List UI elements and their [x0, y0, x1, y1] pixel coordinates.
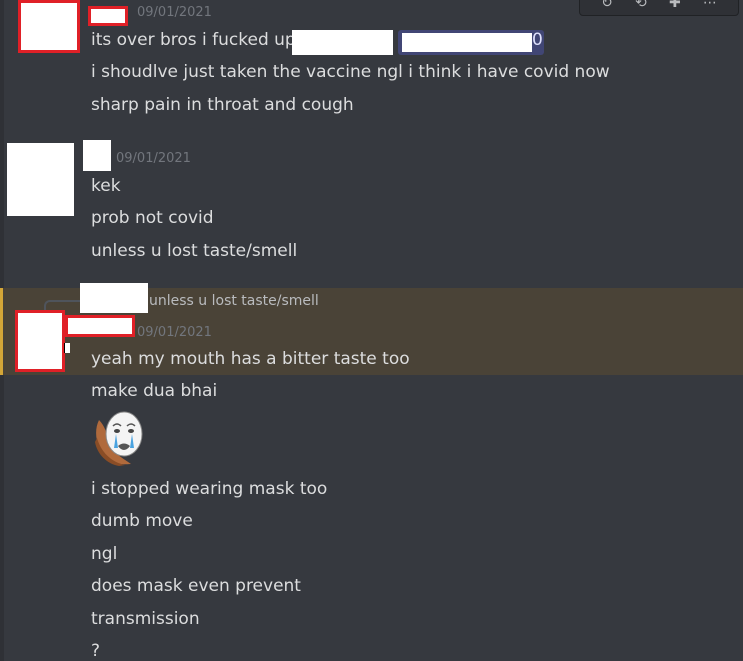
- avatar-redacted[interactable]: [18, 0, 80, 53]
- avatar-redacted[interactable]: [7, 143, 74, 216]
- message-line: yeah my mouth has a bitter taste too: [91, 349, 410, 369]
- username-redacted[interactable]: [83, 140, 111, 171]
- message-line: dumb move: [91, 511, 193, 531]
- crying-face-emoji-icon[interactable]: [91, 408, 145, 466]
- cursor-icon: [64, 343, 70, 353]
- message-timestamp: 09/01/2021: [137, 325, 212, 340]
- message-line: make dua bhai: [91, 381, 218, 401]
- add-reaction-icon[interactable]: ✚: [669, 0, 681, 10]
- reply-preview[interactable]: unless u lost taste/smell: [149, 293, 319, 309]
- message-line: its over bros i fucked up: [91, 30, 296, 50]
- message-line: ?: [91, 641, 101, 661]
- message-line: i shoudlve just taken the vaccine ngl i …: [91, 62, 610, 82]
- message-line: prob not covid: [91, 208, 214, 228]
- reply-username-redacted[interactable]: [80, 283, 148, 313]
- message-timestamp: 09/01/2021: [116, 151, 191, 166]
- chat-pane: ↻ ⟲ ✚ ⋯ 09/01/2021 its over bros i fucke…: [0, 0, 743, 661]
- reply-icon[interactable]: ⟲: [635, 0, 647, 10]
- message-line: unless u lost taste/smell: [91, 241, 298, 261]
- mention-redacted: [402, 33, 532, 52]
- refresh-icon[interactable]: ↻: [601, 0, 613, 10]
- username-redacted[interactable]: [88, 6, 128, 26]
- username-redacted[interactable]: [65, 315, 135, 337]
- message-line: ngl: [91, 544, 118, 564]
- more-icon[interactable]: ⋯: [703, 0, 717, 10]
- message-line: kek: [91, 176, 121, 196]
- message-line: sharp pain in throat and cough: [91, 95, 354, 115]
- mention-fragment: 0: [532, 30, 543, 50]
- message-line: i stopped wearing mask too: [91, 479, 328, 499]
- message-line: transmission: [91, 609, 200, 629]
- message-line: does mask even prevent: [91, 576, 301, 596]
- mention-redacted[interactable]: [292, 30, 393, 55]
- message-toolbar: ↻ ⟲ ✚ ⋯: [579, 0, 739, 16]
- message-timestamp: 09/01/2021: [137, 5, 212, 20]
- avatar-redacted[interactable]: [15, 310, 65, 372]
